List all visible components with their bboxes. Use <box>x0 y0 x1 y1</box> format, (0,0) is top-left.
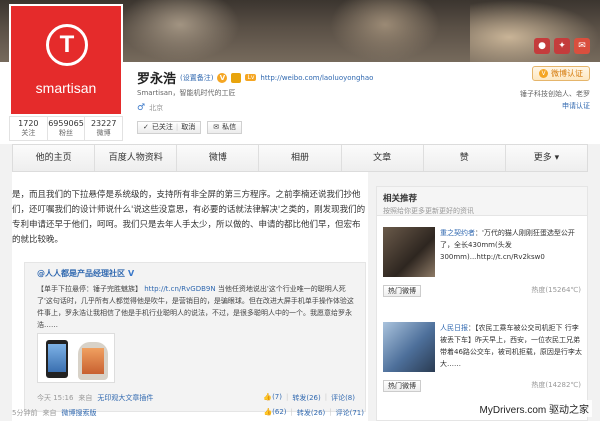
apply-verify-link[interactable]: 申请认证 <box>562 101 590 111</box>
gift-icon[interactable]: ✦ <box>554 38 570 54</box>
profile-nav: 他的主页 百度人物资料 微博 相册 文章 赞 更多 ▾ <box>12 144 588 172</box>
repost-forward-button[interactable]: 转发(26) <box>292 393 320 403</box>
tab-likes[interactable]: 赞 <box>424 145 506 171</box>
recommend-thumbnail[interactable] <box>383 227 435 277</box>
recommend-thumbnail[interactable] <box>383 322 435 372</box>
stat-posts[interactable]: 23227 微博 <box>85 117 122 140</box>
profile-name: 罗永浩 <box>137 72 177 87</box>
unfollow-link[interactable]: 取消 <box>181 122 195 133</box>
check-icon: ✓ <box>143 123 149 131</box>
recommend-user-link[interactable]: 重之契约者 <box>440 229 475 237</box>
set-remark-link[interactable]: (设置备注) <box>180 73 213 83</box>
mail-icon[interactable]: ✉ <box>574 38 590 54</box>
hot-weibo-tag[interactable]: 热门微博 <box>383 285 421 297</box>
message-button[interactable]: ✉ 私信 <box>207 121 243 134</box>
heat-value: 热度(14282℃) <box>531 381 581 389</box>
mic-icon[interactable]: ● <box>534 38 550 54</box>
repost-time[interactable]: 今天 15:16 <box>37 393 73 403</box>
phone-image-icon <box>78 342 108 380</box>
male-icon: ♂ <box>137 103 146 113</box>
tab-weibo[interactable]: 微博 <box>177 145 260 171</box>
weibo-verify-button[interactable]: V 微博认证 <box>532 66 590 81</box>
stat-followers[interactable]: 6959065 粉丝 <box>48 117 86 140</box>
watermark: MyDrivers.com 驱动之家 <box>476 400 592 417</box>
logo-brand: smartisan <box>35 80 97 96</box>
stat-following[interactable]: 1720 关注 <box>10 117 48 140</box>
verify-icon: V <box>539 69 548 78</box>
repost-comment-button[interactable]: 评论(8) <box>331 393 355 403</box>
profile-header: T smartisan 1720 关注 6959065 粉丝 23227 微博 … <box>0 4 600 144</box>
post-forward-button[interactable]: 转发(26) <box>297 408 325 418</box>
location: 北京 <box>149 104 164 112</box>
recommend-user-link[interactable]: 人民日报 <box>440 324 468 332</box>
mail-small-icon: ✉ <box>213 123 220 131</box>
recommend-item[interactable]: 重之契约者：'万代的猫人刚刚狂蛋选型公开了，全长430mm(头发300mm)..… <box>383 227 583 299</box>
repost-short-link[interactable]: http://t.cn/RvGDB9N <box>144 285 215 293</box>
verify-description: 锤子科技创始人、老罗 <box>520 90 590 98</box>
tab-baidu-profile[interactable]: 百度人物资料 <box>95 145 178 171</box>
profile-stats: 1720 关注 6959065 粉丝 23227 微博 <box>9 116 123 141</box>
logo-letter: T <box>59 31 75 58</box>
phone-image-icon <box>46 340 68 378</box>
repost-text: 【单手下拉悬停：锤子完胜魅族】 http://t.cn/RvGDB9N 当他任资… <box>37 285 354 329</box>
recommend-panel: 相关推荐 按照给你更多更新更好的资讯 重之契约者：'万代的猫人刚刚狂蛋选型公开了… <box>376 186 588 421</box>
avatar[interactable]: T smartisan <box>9 4 123 116</box>
panel-subtitle: 按照给你更多更新更好的资讯 <box>383 207 474 215</box>
post-like-button[interactable]: 👍(62) <box>263 408 286 418</box>
heat-value: 热度(15264℃) <box>531 286 581 294</box>
level-badge[interactable]: Lv <box>245 74 257 81</box>
repost-author-link[interactable]: @人人都是产品经理社区 <box>37 268 125 279</box>
tab-album[interactable]: 相册 <box>259 145 342 171</box>
recommend-item[interactable]: 人民日报：【农民工乘车被公交司机拒下 行李被丢下车】昨天早上，西安，一位农民工兄… <box>383 322 583 394</box>
hot-weibo-tag[interactable]: 热门微博 <box>383 380 421 392</box>
verified-badge-icon: V <box>217 72 228 83</box>
repost-like-button[interactable]: 👍(7) <box>263 393 282 403</box>
panel-title: 相关推荐 <box>383 194 418 204</box>
verified-icon: V <box>128 269 135 278</box>
follow-state-button[interactable]: ✓ 已关注 | 取消 <box>137 121 202 134</box>
tab-home[interactable]: 他的主页 <box>13 145 96 171</box>
repost-image[interactable] <box>37 333 115 383</box>
member-badge-icon[interactable] <box>231 72 242 83</box>
post-time[interactable]: 5分钟前 <box>12 408 37 418</box>
profile-url-link[interactable]: http://weibo.com/laoluoyonghao <box>260 74 373 82</box>
feed-post: 是，而且我们的下拉悬停是系统级的，支持所有非全屏的第三方程序。之前李楠还说我们抄… <box>12 172 368 421</box>
repost-source-link[interactable]: 无印观大文章插件 <box>97 393 153 403</box>
post-text: 是，而且我们的下拉悬停是系统级的，支持所有非全屏的第三方程序。之前李楠还说我们抄… <box>12 190 366 245</box>
tab-more[interactable]: 更多 ▾ <box>506 145 587 171</box>
profile-bio: Smartisan，智能机时代的工匠 <box>137 89 236 97</box>
post-comment-button[interactable]: 评论(71) <box>336 408 364 418</box>
post-source-link[interactable]: 微博搜索版 <box>61 408 96 418</box>
tab-articles[interactable]: 文章 <box>342 145 424 171</box>
repost-card: @人人都是产品经理社区 V 【单手下拉悬停：锤子完胜魅族】 http://t.c… <box>24 262 366 412</box>
